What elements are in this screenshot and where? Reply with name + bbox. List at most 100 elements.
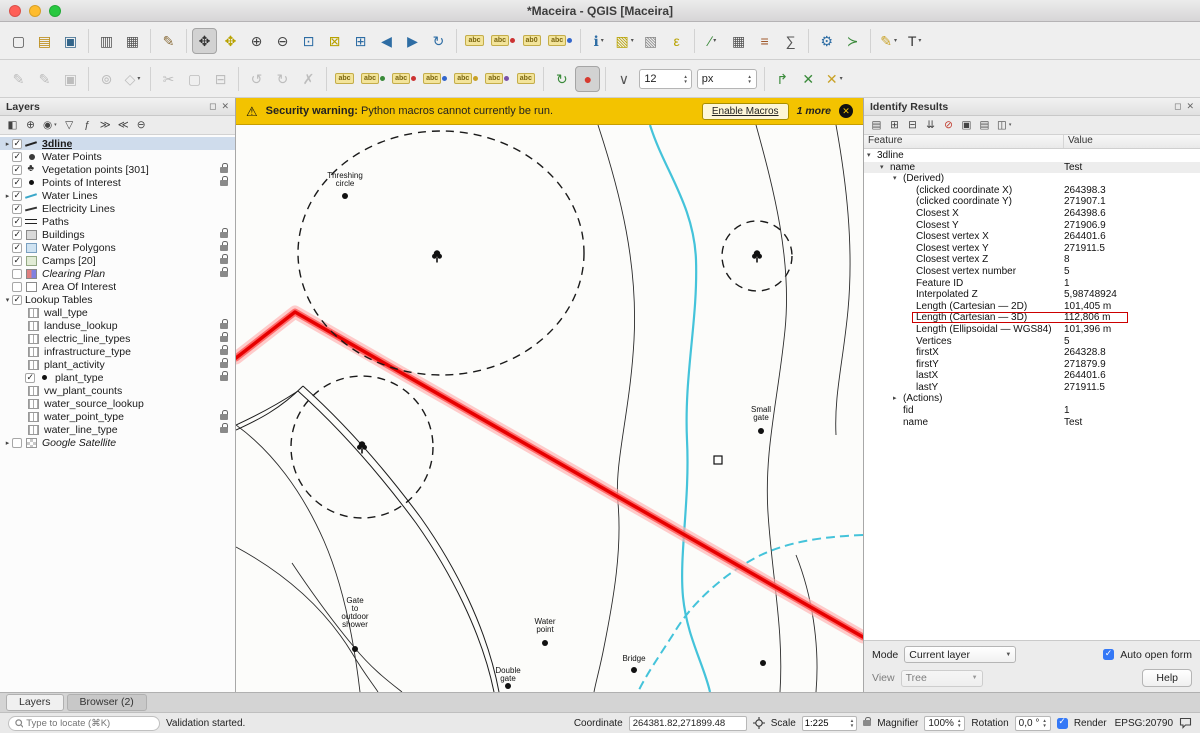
symbol-size-spinbox[interactable]: ▲▼ [639, 69, 691, 89]
paste-features-icon[interactable]: ⊟ [208, 66, 233, 92]
text-annotation-icon[interactable]: T▾ [902, 28, 927, 54]
collapse-tree-icon[interactable]: ⊟ [904, 117, 921, 133]
select-by-expression-icon[interactable]: ε [664, 28, 689, 54]
feature-column-header[interactable]: Feature [864, 135, 1064, 148]
rotate-label-icon[interactable]: abc [482, 66, 512, 92]
measure-icon[interactable]: ∕▾ [700, 28, 725, 54]
identify-row-length-cartesian-3d[interactable]: Length (Cartesian — 3D)112,806 m [864, 312, 1200, 324]
save-edits-icon[interactable]: ▣ [58, 66, 83, 92]
identify-row-interpolated-z[interactable]: Interpolated Z5,98748924 [864, 289, 1200, 301]
identify-row-feature-id[interactable]: Feature ID1 [864, 278, 1200, 290]
delete-selected-icon[interactable]: ✗ [296, 66, 321, 92]
open-layer-styling-icon[interactable]: ◧ [4, 117, 21, 133]
layer-visibility-checkbox[interactable] [25, 373, 35, 383]
pan-map-icon[interactable]: ✥ [192, 28, 217, 54]
identify-row-clicked-coordinate-x[interactable]: (clicked coordinate X)264398.3 [864, 185, 1200, 197]
layer-visibility-checkbox[interactable] [12, 256, 22, 266]
expand-arrow-icon[interactable]: ▾ [867, 150, 871, 162]
identify-row-name[interactable]: ▾nameTest [864, 162, 1200, 174]
layer-item-paths[interactable]: Paths [0, 215, 235, 228]
move-label-icon[interactable]: abc [451, 66, 481, 92]
symbol-units-select[interactable]: px▲▼ [697, 69, 757, 89]
zoom-out-icon[interactable]: ⊖ [270, 28, 295, 54]
manage-map-themes-icon[interactable]: ◉▾ [40, 117, 60, 133]
scale-select[interactable]: ▲▼ [802, 716, 857, 731]
layer-visibility-checkbox[interactable] [12, 139, 22, 149]
render-checkbox[interactable] [1057, 718, 1068, 729]
layer-item-vegetation-points-301[interactable]: Vegetation points [301] [0, 163, 235, 176]
auto-open-form-checkbox[interactable] [1103, 649, 1114, 660]
filter-by-expression-icon[interactable]: ƒ [79, 117, 96, 133]
identify-row-clicked-coordinate-y[interactable]: (clicked coordinate Y)271907.1 [864, 196, 1200, 208]
layer-item-water-polygons[interactable]: Water Polygons [0, 241, 235, 254]
close-panel-icon[interactable]: ✕ [1186, 101, 1194, 112]
abort-shape-icon[interactable]: ✕▾ [822, 66, 847, 92]
locate-search[interactable] [8, 716, 160, 731]
print-response-icon[interactable]: ▤ [976, 117, 993, 133]
identify-row-derived[interactable]: ▾(Derived) [864, 173, 1200, 185]
expand-form-view-icon[interactable]: ▤ [868, 117, 885, 133]
current-edits-icon[interactable]: ✎ [6, 66, 31, 92]
layer-item-clearing-plan[interactable]: Clearing Plan [0, 267, 235, 280]
project-open-icon[interactable]: ▤ [32, 28, 57, 54]
new-print-layout-icon[interactable]: ▥ [94, 28, 119, 54]
layer-visibility-checkbox[interactable] [12, 152, 22, 162]
zoom-to-layer-icon[interactable]: ⊞ [348, 28, 373, 54]
filter-legend-icon[interactable]: ▽ [61, 117, 78, 133]
scale-input[interactable] [805, 718, 847, 729]
layer-visibility-checkbox[interactable] [12, 191, 22, 201]
remove-layer-icon[interactable]: ⊖ [133, 117, 150, 133]
layer-item-google-satellite[interactable]: ▸Google Satellite [0, 436, 235, 449]
help-button[interactable]: Help [1142, 669, 1192, 687]
crs-status[interactable]: EPSG:20790 [1115, 718, 1173, 729]
copy-features-icon[interactable]: ▢ [182, 66, 207, 92]
expand-tree-icon[interactable]: ⊞ [886, 117, 903, 133]
finish-shape-icon[interactable]: ✕ [796, 66, 821, 92]
layer-item-buildings[interactable]: Buildings [0, 228, 235, 241]
annotation-circle-icon[interactable]: ab0 [519, 28, 544, 54]
project-new-icon[interactable]: ▢ [6, 28, 31, 54]
identify-mode-dropdown-icon[interactable]: ◫▾ [994, 117, 1014, 133]
layer-item-water-line-type[interactable]: water_line_type [0, 423, 235, 436]
layer-item-electric-line-types[interactable]: electric_line_types [0, 332, 235, 345]
layer-item-infrastructure-type[interactable]: infrastructure_type [0, 345, 235, 358]
statistical-summary-icon[interactable]: ∑ [778, 28, 803, 54]
unplaced-labels-icon[interactable]: ● [575, 66, 600, 92]
layer-item-camps-20[interactable]: Camps [20] [0, 254, 235, 267]
expand-all-icon[interactable]: ≫ [97, 117, 114, 133]
tab-browser[interactable]: Browser (2) [67, 694, 147, 711]
rotation-spinbox[interactable]: 0,0 °▲▼ [1015, 716, 1051, 731]
toggle-editing-icon[interactable]: ✎ [32, 66, 57, 92]
pin-labels-icon[interactable]: abc [389, 66, 419, 92]
identify-row-lasty[interactable]: lastY271911.5 [864, 382, 1200, 394]
notes-icon[interactable]: ✎▾ [876, 28, 901, 54]
stepper-arrows-icon[interactable]: ▲▼ [850, 718, 854, 728]
refresh-map-icon[interactable]: ↻ [426, 28, 451, 54]
processing-toolbox-icon[interactable]: ⚙ [814, 28, 839, 54]
identify-row-closest-y[interactable]: Closest Y271906.9 [864, 220, 1200, 232]
expand-arrow-icon[interactable]: ▸ [893, 393, 897, 405]
mouse-position-icon[interactable] [753, 717, 765, 729]
map-canvas[interactable]: Threshingcircle Smallgate Gatetooutdoors… [236, 125, 863, 692]
deselect-features-icon[interactable]: ▧ [638, 28, 663, 54]
identify-row-closest-vertex-x[interactable]: Closest vertex X264401.6 [864, 231, 1200, 243]
layer-item-area-of-interest[interactable]: Area Of Interest [0, 280, 235, 293]
new-annotation-abc-icon[interactable]: abc [462, 28, 487, 54]
style-manager-icon[interactable]: ✎ [156, 28, 181, 54]
stepper-arrows-icon[interactable]: ▲▼ [1042, 718, 1046, 728]
float-panel-icon[interactable]: ◻ [209, 101, 216, 112]
annotation-svg-icon[interactable]: abc [545, 28, 575, 54]
layer-visibility-checkbox[interactable] [12, 295, 22, 305]
float-panel-icon[interactable]: ◻ [1174, 101, 1181, 112]
scale-lock-icon[interactable] [863, 720, 871, 726]
stepper-arrows-icon[interactable]: ▲▼ [683, 74, 687, 84]
zoom-next-icon[interactable]: ▶ [400, 28, 425, 54]
enable-macros-button[interactable]: Enable Macros [702, 103, 789, 120]
mode-select[interactable]: Current layer▼ [904, 646, 1016, 663]
change-label-icon[interactable]: abc [513, 66, 538, 92]
attribute-table-icon[interactable]: ▦ [726, 28, 751, 54]
layer-item-3dline[interactable]: ▸3dline [0, 137, 235, 150]
layer-diagram-icon[interactable]: abc [358, 66, 388, 92]
expand-new-results-icon[interactable]: ⇊ [922, 117, 939, 133]
identify-row-actions[interactable]: ▸(Actions) [864, 393, 1200, 405]
